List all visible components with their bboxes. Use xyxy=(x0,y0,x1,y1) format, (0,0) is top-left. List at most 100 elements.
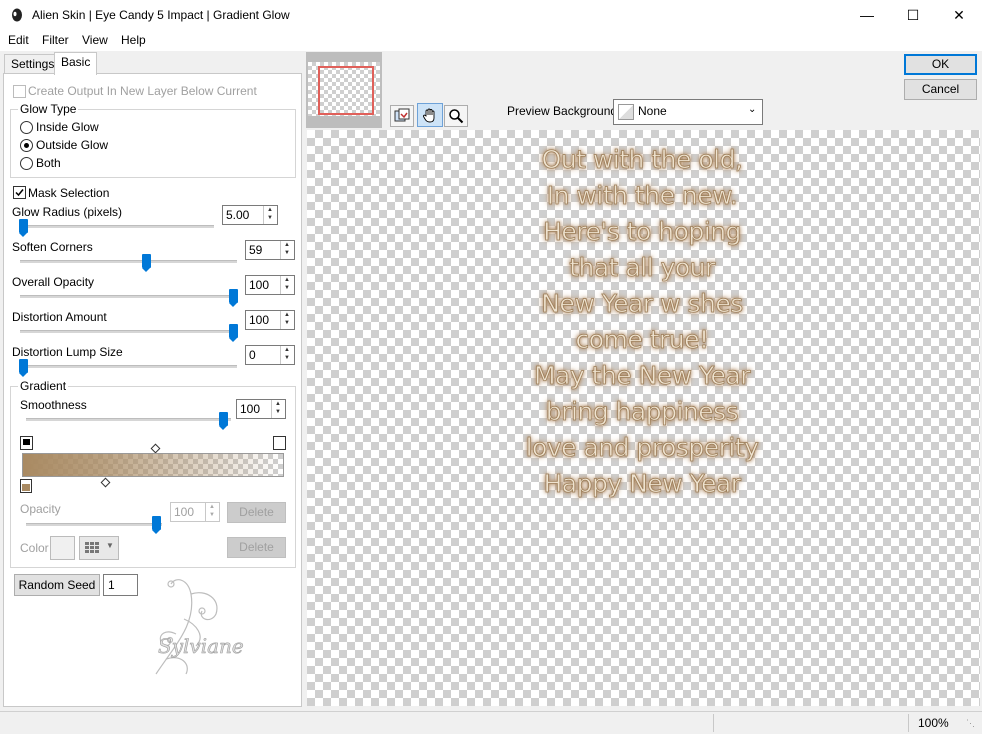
glow-radius-spinner[interactable]: ▲ ▼ xyxy=(263,206,277,224)
hand-tool-button[interactable] xyxy=(417,103,443,127)
distortion-amount-value: 100 xyxy=(249,313,270,327)
overall-opacity-value: 100 xyxy=(249,278,270,292)
distortion-lump-label: Distortion Lump Size xyxy=(12,345,123,359)
close-icon: ✕ xyxy=(953,7,965,23)
distortion-lump-input[interactable]: 0 ▲ ▼ xyxy=(245,345,295,365)
smoothness-spinner[interactable]: ▲ ▼ xyxy=(271,400,285,418)
distortion-lump-slider-track[interactable] xyxy=(20,365,237,368)
gradient-opacity-label: Opacity xyxy=(20,502,61,516)
smoothness-input[interactable]: 100 ▲ ▼ xyxy=(236,399,286,419)
distortion-amount-label: Distortion Amount xyxy=(12,310,107,324)
menu-filter[interactable]: Filter xyxy=(42,33,69,47)
distortion-lump-slider-thumb[interactable] xyxy=(19,359,28,377)
tab-basic[interactable]: Basic xyxy=(54,52,98,75)
preview-background-select[interactable]: None ⌄ xyxy=(613,99,763,125)
glow-radius-value: 5.00 xyxy=(226,208,250,222)
preview-text-line: In with the new. xyxy=(546,181,738,211)
distortion-amount-slider-thumb[interactable] xyxy=(229,324,238,342)
title-bar: Alien Skin | Eye Candy 5 Impact | Gradie… xyxy=(0,0,982,32)
preview-text-line: love and prosperity xyxy=(525,433,759,463)
soften-corners-spinner[interactable]: ▲ ▼ xyxy=(280,241,294,259)
menu-bar: Edit Filter View Help xyxy=(0,31,982,51)
zoom-level: 100% xyxy=(918,716,949,730)
soften-corners-slider-thumb[interactable] xyxy=(142,254,151,272)
close-button[interactable]: ✕ xyxy=(936,0,982,31)
preview-text-line: Here's to hoping xyxy=(543,217,742,247)
navigator-viewport-rect[interactable] xyxy=(318,66,374,115)
distortion-lump-value: 0 xyxy=(249,348,256,362)
create-output-checkbox[interactable] xyxy=(13,85,26,98)
window-title: Alien Skin | Eye Candy 5 Impact | Gradie… xyxy=(32,8,290,22)
preview-canvas[interactable]: Out with the old, In with the new. Here's … xyxy=(307,130,980,706)
color-swatch[interactable] xyxy=(50,536,75,560)
random-seed-button[interactable]: Random Seed xyxy=(14,574,100,596)
tab-settings[interactable]: Settings xyxy=(4,54,62,74)
inside-glow-label: Inside Glow xyxy=(36,120,99,134)
distortion-amount-spinner[interactable]: ▲ ▼ xyxy=(280,311,294,329)
gradient-color-label: Color xyxy=(20,541,49,555)
ok-button[interactable]: OK xyxy=(904,54,977,75)
menu-view[interactable]: View xyxy=(82,33,108,47)
preview-toggle-button[interactable] xyxy=(390,105,414,127)
gradient-opacity-slider-thumb[interactable] xyxy=(152,516,161,534)
alien-skin-logo-icon xyxy=(12,8,22,22)
smoothness-value: 100 xyxy=(240,402,261,416)
status-bar: 100% ⋱ xyxy=(0,711,982,734)
palette-grid-icon xyxy=(85,542,99,553)
distortion-amount-input[interactable]: 100 ▲ ▼ xyxy=(245,310,295,330)
cancel-button[interactable]: Cancel xyxy=(904,79,977,100)
distortion-amount-slider-track[interactable] xyxy=(20,330,237,333)
soften-corners-input[interactable]: 59 ▲ ▼ xyxy=(245,240,295,260)
checkmark-icon xyxy=(15,189,24,197)
color-stop-left[interactable] xyxy=(20,479,32,493)
delete-color-button[interactable]: Delete xyxy=(227,537,286,558)
opacity-stop-right[interactable] xyxy=(273,436,286,450)
preview-text-line: Happy New Year xyxy=(543,469,741,499)
mask-selection-checkbox[interactable] xyxy=(13,186,26,199)
gradient-fill xyxy=(23,454,283,476)
magnifier-icon xyxy=(449,109,464,124)
glow-radius-input[interactable]: 5.00 ▲ ▼ xyxy=(222,205,278,225)
gradient-bar[interactable] xyxy=(22,453,284,477)
delete-opacity-button[interactable]: Delete xyxy=(227,502,286,523)
minimize-icon: — xyxy=(860,7,874,23)
distortion-lump-spinner[interactable]: ▲ ▼ xyxy=(280,346,294,364)
sylviane-watermark: Sylviane xyxy=(155,579,244,675)
both-glow-radio[interactable] xyxy=(20,157,33,170)
mask-selection-label: Mask Selection xyxy=(28,186,110,200)
menu-edit[interactable]: Edit xyxy=(8,33,29,47)
color-palette-dropdown[interactable]: ▼ xyxy=(79,536,119,560)
smoothness-slider-track[interactable] xyxy=(26,418,231,421)
gradient-opacity-spinner[interactable]: ▲ ▼ xyxy=(205,503,219,521)
outside-glow-label: Outside Glow xyxy=(36,138,109,152)
menu-help[interactable]: Help xyxy=(121,33,146,47)
overall-opacity-slider-track[interactable] xyxy=(20,295,237,298)
random-seed-input[interactable]: 1 xyxy=(103,574,138,596)
gradient-opacity-slider-track[interactable] xyxy=(26,523,162,526)
minimize-button[interactable]: — xyxy=(844,0,890,31)
status-divider xyxy=(908,714,909,732)
smoothness-slider-thumb[interactable] xyxy=(219,412,228,430)
resize-grip-icon[interactable]: ⋱ xyxy=(966,718,975,729)
compare-preview-icon xyxy=(394,108,410,122)
maximize-button[interactable]: ☐ xyxy=(890,0,936,31)
glow-radius-slider-thumb[interactable] xyxy=(19,219,28,237)
random-seed-value: 1 xyxy=(108,578,115,592)
inside-glow-radio[interactable] xyxy=(20,121,33,134)
navigator-thumbnail[interactable] xyxy=(306,52,382,128)
soften-corners-slider-track[interactable] xyxy=(20,260,237,263)
both-glow-label: Both xyxy=(36,156,61,170)
preview-text-line: come true! xyxy=(575,325,709,355)
opacity-stop-left[interactable] xyxy=(20,436,33,450)
outside-glow-radio[interactable] xyxy=(20,139,33,152)
overall-opacity-input[interactable]: 100 ▲ ▼ xyxy=(245,275,295,295)
gradient-opacity-input[interactable]: 100 ▲ ▼ xyxy=(170,502,220,522)
soften-corners-label: Soften Corners xyxy=(12,240,93,254)
zoom-tool-button[interactable] xyxy=(444,105,468,127)
glow-radius-label: Glow Radius (pixels) xyxy=(12,205,123,219)
overall-opacity-slider-thumb[interactable] xyxy=(229,289,238,307)
glow-radius-slider-track[interactable] xyxy=(20,225,214,228)
overall-opacity-spinner[interactable]: ▲ ▼ xyxy=(280,276,294,294)
preview-glow-text: Out with the old, In with the new. Here's … xyxy=(447,142,837,502)
basic-settings-panel: Create Output In New Layer Below Current… xyxy=(3,73,302,707)
